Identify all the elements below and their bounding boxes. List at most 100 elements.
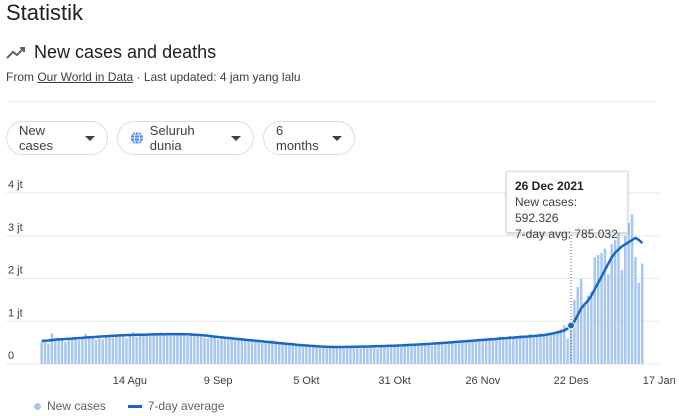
bar xyxy=(508,335,512,364)
bar xyxy=(315,346,318,364)
bar xyxy=(159,332,162,364)
x-tick-label: 31 Okt xyxy=(378,375,410,387)
bar xyxy=(148,335,152,364)
legend-line-swatch xyxy=(127,404,142,408)
bar xyxy=(579,278,583,364)
bar xyxy=(339,346,342,364)
bar xyxy=(498,336,501,364)
bar xyxy=(393,346,396,364)
x-tick-label: 22 Des xyxy=(554,375,589,387)
bar xyxy=(332,346,335,364)
bar xyxy=(491,340,495,364)
region-dropdown-label: Seluruh dunia xyxy=(149,123,195,153)
bar xyxy=(186,336,189,364)
bar xyxy=(182,334,186,364)
bar xyxy=(298,344,301,364)
bar xyxy=(372,346,376,364)
bar xyxy=(366,347,369,364)
bar xyxy=(427,343,430,364)
bar xyxy=(264,340,267,364)
region-dropdown[interactable]: Seluruh dunia xyxy=(117,121,254,155)
bar xyxy=(379,346,383,364)
bar xyxy=(437,342,440,364)
bar xyxy=(237,338,240,364)
bar xyxy=(94,339,98,364)
metric-dropdown[interactable]: New cases xyxy=(6,121,108,155)
bar xyxy=(586,295,590,364)
bar xyxy=(230,338,233,364)
chart-header: New cases and deaths xyxy=(6,42,216,63)
bar xyxy=(104,336,108,364)
divider xyxy=(6,101,657,102)
bar xyxy=(193,335,196,364)
bar xyxy=(624,235,627,364)
bar xyxy=(576,287,580,364)
bar xyxy=(118,336,121,364)
bar xyxy=(566,338,569,364)
source-line: From Our World in Data · Last updated: 4… xyxy=(6,70,301,84)
bar xyxy=(179,333,183,364)
period-dropdown[interactable]: 6 months xyxy=(263,121,355,155)
avg-line xyxy=(41,236,644,349)
bar xyxy=(176,333,179,364)
y-tick-label: 4 jt xyxy=(8,179,23,191)
bar xyxy=(155,334,159,364)
bar xyxy=(362,346,366,364)
bar xyxy=(610,244,613,364)
bar xyxy=(291,343,294,364)
bar xyxy=(260,342,264,364)
bar xyxy=(613,240,617,364)
bar xyxy=(77,340,81,364)
bar xyxy=(413,343,417,364)
bar xyxy=(53,340,57,364)
bar xyxy=(383,346,386,364)
bar xyxy=(67,337,71,364)
source-link[interactable]: Our World in Data xyxy=(37,70,133,84)
last-updated: · Last updated: 4 jam yang lalu xyxy=(133,70,301,84)
chart-legend: New cases 7-day average xyxy=(34,399,224,413)
bar xyxy=(162,333,166,364)
legend-bar-swatch xyxy=(34,402,41,410)
bar xyxy=(210,335,213,364)
bar xyxy=(274,341,278,364)
bar xyxy=(400,346,403,364)
bar xyxy=(328,347,332,364)
bar xyxy=(590,291,593,364)
bar xyxy=(342,348,345,364)
hover-point xyxy=(567,321,576,330)
chevron-down-icon xyxy=(85,135,95,141)
bar xyxy=(305,344,308,364)
bar xyxy=(559,328,563,364)
x-tick-label: 14 Agu xyxy=(113,375,147,387)
bar xyxy=(539,333,542,364)
bar xyxy=(369,346,373,364)
bar xyxy=(301,346,305,364)
metric-dropdown-label: New cases xyxy=(19,123,53,153)
bar xyxy=(206,338,210,364)
bar xyxy=(410,345,413,364)
bar xyxy=(308,346,311,364)
y-tick-label: 0 xyxy=(8,350,14,362)
bar xyxy=(50,333,54,364)
bar xyxy=(359,348,362,364)
bar xyxy=(464,342,468,364)
bar xyxy=(495,338,498,364)
bar xyxy=(254,340,257,364)
bar xyxy=(434,344,437,364)
bar xyxy=(294,345,298,364)
bar xyxy=(474,340,478,364)
bar xyxy=(91,337,94,364)
legend-bar-label: New cases xyxy=(47,399,106,413)
bar xyxy=(325,346,328,364)
bar xyxy=(525,335,529,364)
bar xyxy=(620,269,624,364)
chart-tooltip: 26 Dec 2021 New cases: 592.326 7-day avg… xyxy=(506,171,628,241)
bar xyxy=(322,346,325,364)
bar xyxy=(478,341,481,364)
period-dropdown-label: 6 months xyxy=(276,123,319,153)
tooltip-date: 26 Dec 2021 xyxy=(515,179,584,193)
x-tick-label: 9 Sep xyxy=(204,375,233,387)
bar xyxy=(121,334,125,364)
bar xyxy=(532,336,535,364)
bar xyxy=(420,344,423,364)
